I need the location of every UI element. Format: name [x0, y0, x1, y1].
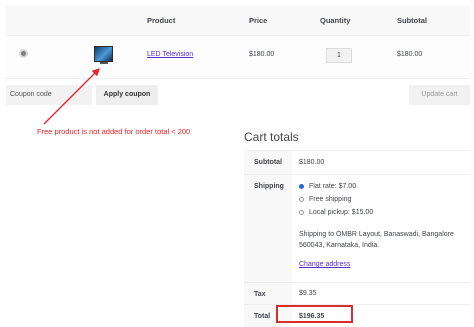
- annotation-text: Free product is not added for order tota…: [37, 127, 191, 136]
- shipping-option-free[interactable]: Free shipping: [299, 196, 351, 203]
- cart-actions: Coupon code Apply coupon Update cart: [6, 85, 470, 105]
- update-cart-button[interactable]: Update cart: [409, 85, 470, 105]
- cart-table-header: Product Price Quantity Subtotal: [6, 6, 470, 36]
- tax-value: $9.35: [299, 290, 317, 297]
- remove-item-icon[interactable]: [19, 49, 28, 58]
- table-row: LED Television $180.00 1 $180.00: [6, 37, 470, 79]
- tax-row: Tax $9.35: [244, 283, 470, 305]
- shipping-row: Shipping Flat rate: $7.00 Free shipping …: [244, 175, 470, 283]
- product-header: Product: [147, 16, 176, 25]
- product-thumbnail[interactable]: [94, 46, 113, 64]
- shipping-address: Shipping to OMBR Layout, Banaswadi, Bang…: [299, 231, 454, 249]
- coupon-code-input[interactable]: Coupon code: [6, 85, 92, 105]
- radio-icon[interactable]: [299, 196, 304, 202]
- quantity-input[interactable]: 1: [326, 48, 352, 63]
- shipping-option-local-pickup[interactable]: Local pickup: $15.00: [299, 209, 373, 216]
- product-link[interactable]: LED Television: [147, 51, 193, 58]
- item-price: $180.00: [249, 51, 275, 58]
- cart-totals-title: Cart totals: [244, 130, 299, 144]
- subtotal-value: $180.00: [299, 159, 325, 166]
- apply-coupon-button[interactable]: Apply coupon: [96, 85, 158, 105]
- subtotal-row: Subtotal $180.00: [244, 151, 470, 175]
- item-subtotal: $180.00: [397, 51, 423, 58]
- quantity-header: Quantity: [320, 16, 351, 25]
- shipping-option-flat-rate[interactable]: Flat rate: $7.00: [299, 183, 356, 190]
- total-highlight-box: [276, 305, 353, 323]
- radio-icon[interactable]: [299, 209, 304, 215]
- tax-label: Tax: [244, 283, 292, 304]
- subtotal-label: Subtotal: [244, 151, 292, 174]
- radio-selected-icon[interactable]: [299, 183, 304, 189]
- change-address-link[interactable]: Change address: [299, 261, 350, 268]
- subtotal-header: Subtotal: [397, 16, 427, 25]
- cart-totals-table: Subtotal $180.00 Shipping Flat rate: $7.…: [244, 150, 470, 327]
- price-header: Price: [249, 16, 268, 25]
- shipping-label: Shipping: [244, 175, 292, 282]
